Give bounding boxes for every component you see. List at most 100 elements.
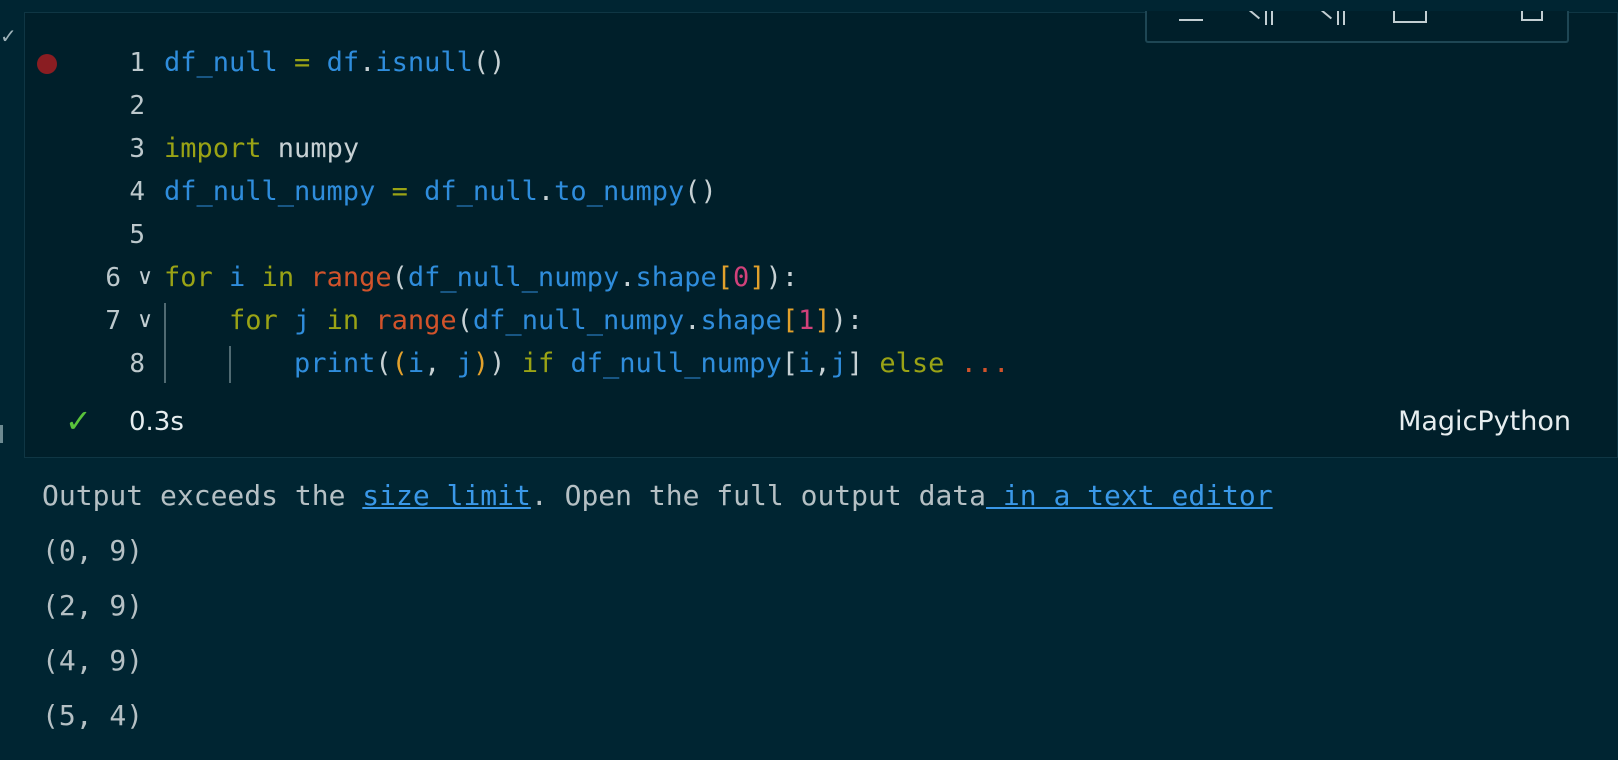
code-token: ( (391, 262, 408, 293)
code-token: = (375, 176, 425, 207)
code-token: 0 (733, 262, 750, 293)
breakpoint-icon[interactable] (37, 54, 57, 74)
code-line[interactable]: 2 (25, 84, 1617, 128)
cell-status-bar: ✓ 0.3s MagicPython (25, 401, 1617, 441)
code-token: , (424, 348, 457, 379)
code-line[interactable]: 7 ∨ for j in range(df_null_numpy.shape[1]… (25, 299, 1617, 343)
code-token: if (505, 348, 571, 379)
code-token: j (830, 348, 847, 379)
output-row: (5, 4) (42, 699, 144, 732)
size-limit-link[interactable]: size limit (362, 479, 531, 512)
line-number: 7 (105, 306, 121, 336)
code-token: for (229, 305, 278, 336)
code-token: . (619, 262, 636, 293)
run-below-icon[interactable] (1315, 11, 1355, 25)
code-token: = (277, 47, 327, 78)
code-token: ): (830, 305, 864, 336)
line-number: 6 (105, 263, 121, 293)
language-selector[interactable]: MagicPython (1398, 405, 1571, 439)
code-cell[interactable]: 1 df_null = df.isnull() 2 3 import numpy 4 df_… (24, 11, 1618, 458)
code-token: . (537, 176, 555, 207)
line-number: 4 (129, 177, 145, 207)
run-above-icon[interactable] (1243, 11, 1283, 25)
code-token: j (294, 305, 311, 336)
code-token: ... (960, 348, 1010, 379)
cell-edge-marker (0, 425, 3, 443)
code-token: in (310, 305, 376, 336)
code-text: print((i, j)) if df_null_numpy[i,j] else… (164, 342, 1009, 386)
code-token: , (814, 348, 831, 379)
fold-chevron-icon[interactable]: ∨ (131, 256, 159, 300)
check-icon: ✓ (65, 402, 92, 440)
code-token: 1 (798, 305, 815, 336)
code-token: df_null_numpy (407, 262, 620, 293)
code-token: shape (635, 262, 717, 293)
code-token: ] (814, 305, 831, 336)
code-token: ] (846, 348, 864, 379)
code-token: df_null_numpy (164, 176, 376, 207)
indent-guide (228, 346, 231, 383)
code-line[interactable]: 4 df_null_numpy = df_null.to_numpy() (25, 170, 1617, 214)
output-truncation-message: Output exceeds the size limit. Open the … (42, 476, 1602, 531)
code-token: . (359, 47, 376, 78)
output-row: (0, 9) (42, 534, 144, 567)
code-token: ( (375, 348, 392, 379)
code-token: df_null (424, 176, 538, 207)
cell-toolbar (1145, 11, 1569, 43)
cell-executed-check-icon: ✓ (0, 24, 17, 48)
code-line[interactable]: 5 (25, 213, 1617, 257)
code-token: () (472, 47, 506, 78)
code-text: for i in range(df_null_numpy.shape[0]): (164, 256, 798, 300)
output-row: (4, 9) (42, 644, 144, 677)
output-row: (2, 9) (42, 589, 144, 622)
code-token: i (798, 348, 815, 379)
code-token: [ (781, 348, 799, 379)
line-number: 3 (129, 134, 145, 164)
code-token: df_null_numpy (570, 348, 782, 379)
indent-guide (164, 303, 166, 383)
code-token: ) (489, 348, 506, 379)
code-line[interactable]: 6 ∨ for i in range(df_null_numpy.shape[0])… (25, 256, 1617, 300)
code-text: df_null = df.isnull() (164, 41, 505, 85)
code-token: else (863, 348, 961, 379)
code-token: i (407, 348, 425, 379)
open-in-text-editor-link[interactable]: in a text editor (986, 479, 1273, 512)
execution-time: 0.3s (129, 407, 184, 437)
cell-output: Output exceeds the size limit. Open the … (42, 476, 1602, 751)
code-token: [ (781, 305, 799, 336)
code-line[interactable]: 3 import numpy (25, 127, 1617, 171)
code-token: . (684, 305, 701, 336)
delete-icon[interactable] (1517, 11, 1547, 25)
code-token: print (294, 348, 376, 379)
line-number: 8 (129, 349, 145, 379)
code-text: import numpy (164, 127, 359, 171)
code-text: for j in range(df_null_numpy.shape[1]): (164, 299, 863, 343)
code-token: j (456, 348, 473, 379)
code-token: shape (700, 305, 782, 336)
code-token: ): (765, 262, 799, 293)
fold-chevron-icon[interactable]: ∨ (131, 299, 159, 343)
code-token: df_null (164, 47, 278, 78)
split-cell-icon[interactable] (1391, 11, 1431, 25)
code-token: df (326, 47, 360, 78)
code-token: i (229, 262, 246, 293)
code-token: [ (716, 262, 734, 293)
output-message-middle: . Open the full output data (530, 479, 987, 512)
code-token: range (375, 305, 457, 336)
code-token: ] (749, 262, 766, 293)
collapse-icon[interactable] (1177, 11, 1207, 25)
code-token: df_null_numpy (472, 305, 685, 336)
code-token: for (164, 262, 213, 293)
output-message-prefix: Output exceeds the (42, 479, 363, 512)
code-token: isnull (375, 47, 473, 78)
code-token: () (684, 176, 717, 207)
code-line[interactable]: 1 df_null = df.isnull() (25, 41, 1617, 85)
code-text: df_null_numpy = df_null.to_numpy() (164, 170, 717, 214)
code-token: to_numpy (554, 176, 685, 207)
code-line[interactable]: 8 print((i, j)) if df_null_numpy[i,j] el… (25, 342, 1617, 386)
line-number: 1 (129, 48, 145, 78)
code-token: ( (456, 305, 473, 336)
notebook-page: ✓ 1 df_null = df.isnull() 2 3 import num… (0, 0, 1618, 760)
